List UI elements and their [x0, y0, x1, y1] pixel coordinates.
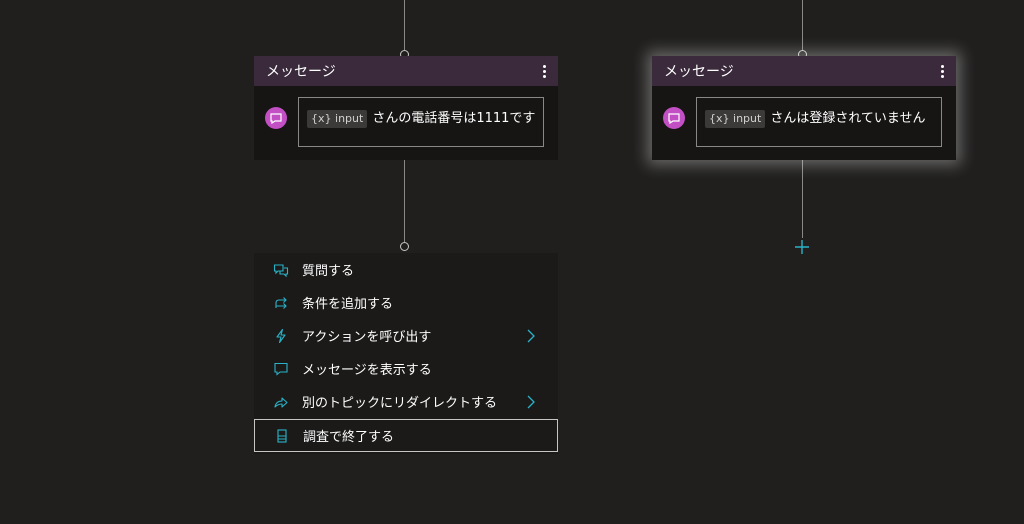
redirect-arrow-icon	[273, 394, 289, 410]
message-node-header: メッセージ	[254, 56, 558, 86]
message-text: さんは登録されていません	[770, 111, 926, 126]
menu-item-end-with-survey[interactable]: 調査で終了する	[254, 419, 558, 452]
add-node-menu: 質問する 条件を追加する アクションを呼び出す メッセージを表示する 別のトピッ…	[254, 253, 558, 454]
message-bubble-icon	[663, 107, 685, 129]
menu-item-label: 調査で終了する	[303, 430, 395, 445]
plus-icon	[795, 240, 809, 254]
message-node-header: メッセージ	[652, 56, 956, 86]
variable-chip[interactable]: {x} input	[307, 110, 368, 128]
menu-item-call-action[interactable]: アクションを呼び出す	[254, 319, 558, 352]
menu-item-ask-question[interactable]: 質問する	[254, 253, 558, 286]
message-text: さんの電話番号は1111です	[372, 111, 536, 126]
menu-item-add-condition[interactable]: 条件を追加する	[254, 286, 558, 319]
connector-line	[404, 0, 405, 50]
connector-line	[802, 0, 803, 50]
variable-name: input	[335, 112, 364, 125]
chat-icon	[273, 361, 289, 377]
chevron-right-icon	[526, 328, 536, 347]
message-node-title: メッセージ	[664, 64, 734, 80]
variable-name: input	[733, 112, 762, 125]
message-text-box[interactable]: {x} input さんの電話番号は1111です	[298, 97, 544, 147]
message-node[interactable]: メッセージ {x} input さんの電話番号は1111です	[254, 56, 558, 160]
end-survey-icon	[274, 428, 290, 444]
lightning-icon	[273, 328, 289, 344]
menu-item-label: メッセージを表示する	[302, 363, 432, 378]
variable-chip[interactable]: {x} input	[705, 110, 766, 128]
variable-icon: {x}	[709, 112, 730, 125]
message-bubble-icon	[265, 107, 287, 129]
more-options-icon[interactable]	[539, 61, 550, 82]
message-text-box[interactable]: {x} input さんは登録されていません	[696, 97, 942, 147]
branch-icon	[273, 295, 289, 311]
menu-item-label: 条件を追加する	[302, 297, 394, 312]
add-node-button[interactable]	[792, 237, 812, 257]
menu-item-redirect-topic[interactable]: 別のトピックにリダイレクトする	[254, 385, 558, 418]
menu-item-label: 質問する	[302, 264, 355, 279]
menu-item-label: アクションを呼び出す	[302, 330, 432, 345]
chevron-right-icon	[526, 394, 536, 413]
message-node-title: メッセージ	[266, 64, 336, 80]
connector-dot[interactable]	[400, 242, 409, 251]
variable-icon: {x}	[311, 112, 332, 125]
connector-line	[404, 160, 405, 242]
message-node[interactable]: メッセージ {x} input さんは登録されていません	[652, 56, 956, 160]
menu-item-label: 別のトピックにリダイレクトする	[302, 396, 498, 411]
menu-item-show-message[interactable]: メッセージを表示する	[254, 352, 558, 385]
question-chat-icon	[273, 262, 289, 278]
more-options-icon[interactable]	[937, 61, 948, 82]
connector-line	[802, 160, 803, 238]
